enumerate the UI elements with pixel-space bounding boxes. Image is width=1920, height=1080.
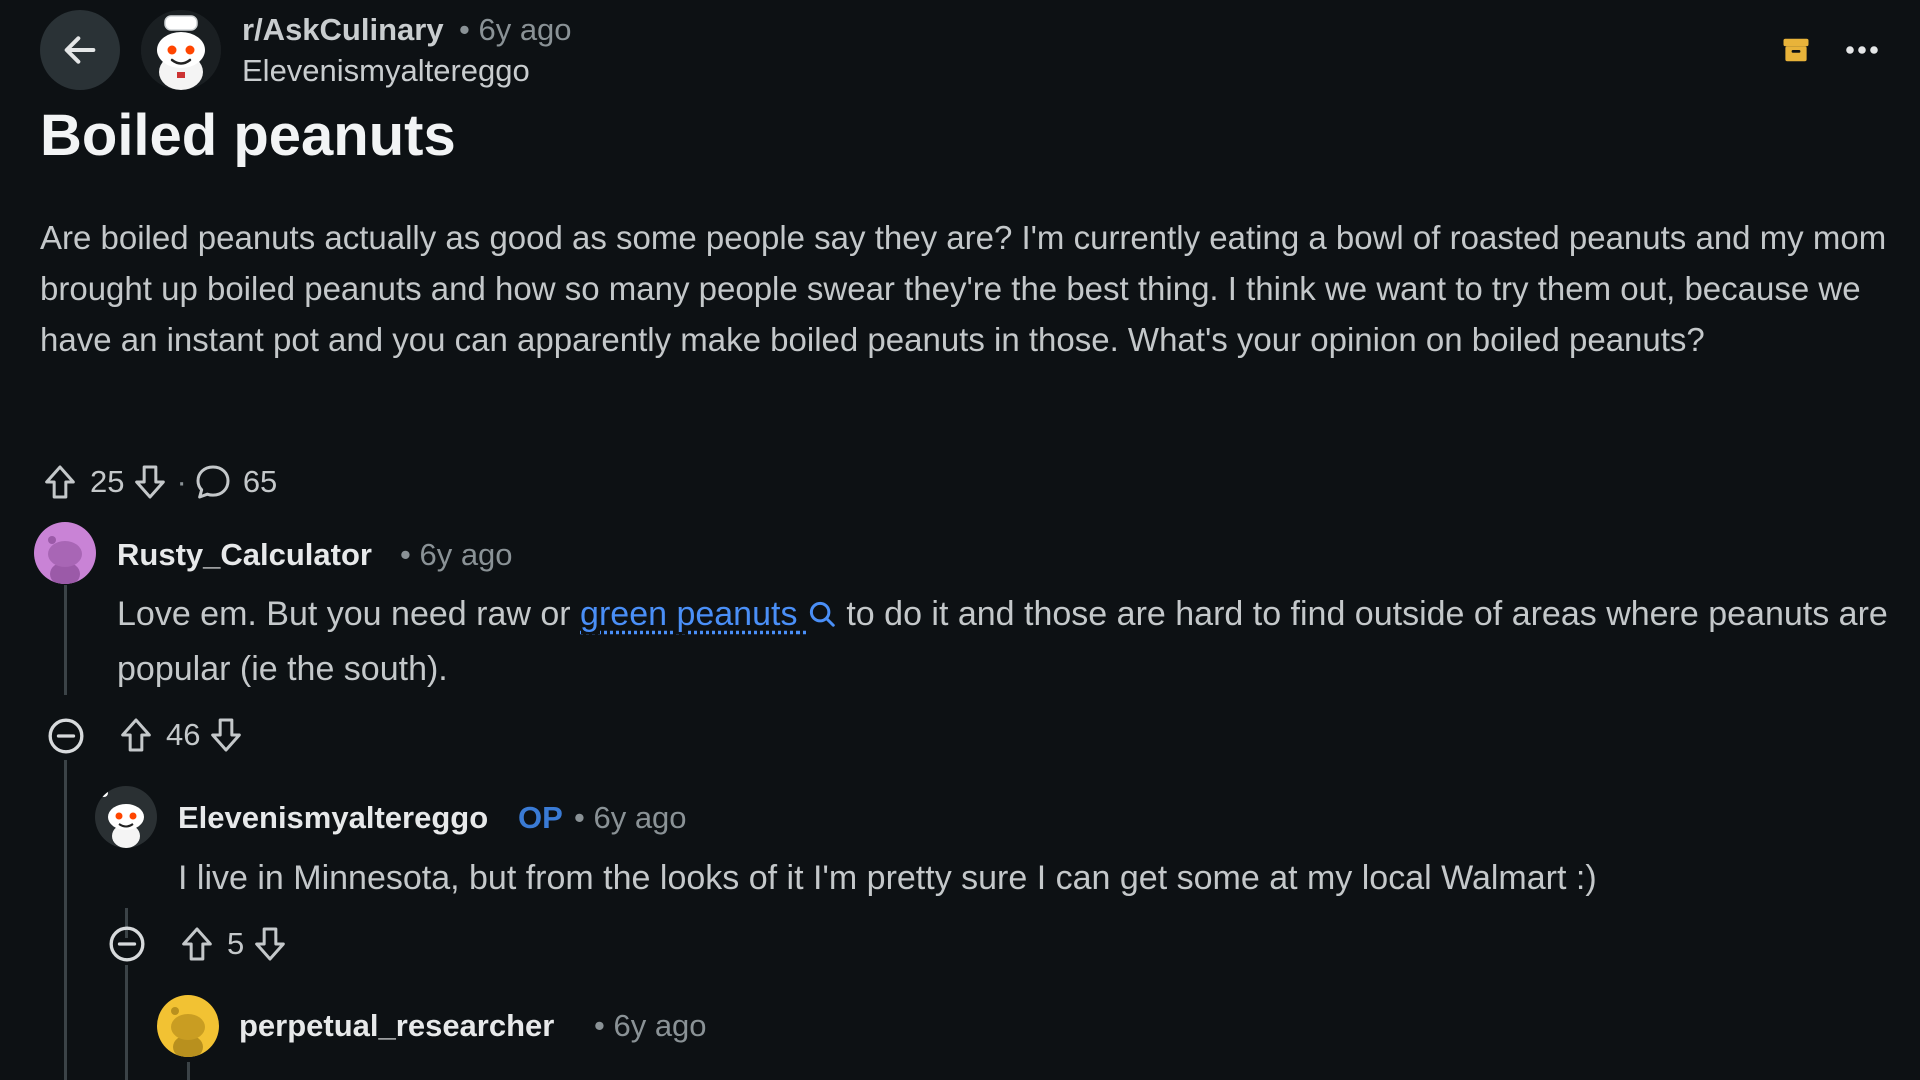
thread-line[interactable] <box>64 760 67 1080</box>
comment-author[interactable]: Rusty_Calculator <box>117 537 372 573</box>
collapse-minus-icon <box>109 926 145 962</box>
avatar[interactable] <box>34 522 96 584</box>
downvote-arrow-icon[interactable] <box>250 924 290 964</box>
comment-author[interactable]: perpetual_researcher <box>239 1008 554 1044</box>
vote-separator: · <box>176 464 187 499</box>
avatar[interactable] <box>95 786 157 848</box>
comment-author[interactable]: Elevenismyaltereggo <box>178 800 488 836</box>
thread-line[interactable] <box>125 965 128 1080</box>
post-vote-count: 25 <box>90 464 125 499</box>
downvote-arrow-icon[interactable] <box>130 462 170 502</box>
avatar[interactable] <box>157 995 219 1057</box>
snoo-avatar-icon <box>34 522 96 584</box>
subreddit-name[interactable]: r/AskCulinary <box>242 12 444 48</box>
post-title: Boiled peanuts <box>40 103 456 168</box>
thread-line[interactable] <box>187 1062 190 1080</box>
snoo-avatar-icon <box>157 995 219 1057</box>
more-horizontal-icon <box>1846 46 1878 54</box>
comment-vote-bar: 5 <box>177 924 290 964</box>
subreddit-avatar[interactable] <box>141 10 221 90</box>
upvote-arrow-icon[interactable] <box>177 924 217 964</box>
comment-vote-count: 46 <box>166 717 201 752</box>
upvote-arrow-icon[interactable] <box>116 715 156 755</box>
snoo-chef-icon <box>141 10 221 90</box>
post-body: Are boiled peanuts actually as good as s… <box>40 219 1887 358</box>
collapse-thread-button[interactable] <box>107 924 147 964</box>
thread-line[interactable] <box>64 585 67 695</box>
op-badge: OP <box>518 800 563 835</box>
downvote-arrow-icon[interactable] <box>206 715 246 755</box>
collapse-thread-button[interactable] <box>46 716 86 756</box>
arrow-left-icon <box>64 36 96 64</box>
post-vote-bar: 25 · 65 <box>40 462 283 502</box>
post-author[interactable]: Elevenismyaltereggo <box>242 53 530 89</box>
post-comment-count[interactable]: 65 <box>243 464 277 500</box>
upvote-arrow-icon[interactable] <box>40 462 80 502</box>
post-timestamp: • 6y ago <box>459 12 572 47</box>
search-link-text: green peanuts <box>580 595 798 633</box>
comment-body: I live in Minnesota, but from the looks … <box>178 859 1597 897</box>
back-button[interactable] <box>40 10 120 90</box>
archive-icon[interactable] <box>1781 35 1811 65</box>
collapse-minus-icon <box>48 718 84 754</box>
comment-text: Love em. But you need raw or <box>117 595 581 633</box>
comment-timestamp: • 6y ago <box>594 1008 707 1043</box>
comment-body: Love em. But you need raw or green peanu… <box>117 587 1907 697</box>
more-options-button[interactable] <box>1842 30 1882 70</box>
comment-vote-count: 5 <box>227 926 245 961</box>
comment-bubble-icon[interactable] <box>193 462 233 502</box>
comment-timestamp: • 6y ago <box>400 537 513 572</box>
snoo-avatar-icon <box>95 786 157 848</box>
comment-vote-bar: 46 <box>116 715 246 755</box>
search-link[interactable]: green peanuts <box>580 595 837 633</box>
comment-timestamp: • 6y ago <box>574 800 687 835</box>
search-icon <box>809 601 835 627</box>
